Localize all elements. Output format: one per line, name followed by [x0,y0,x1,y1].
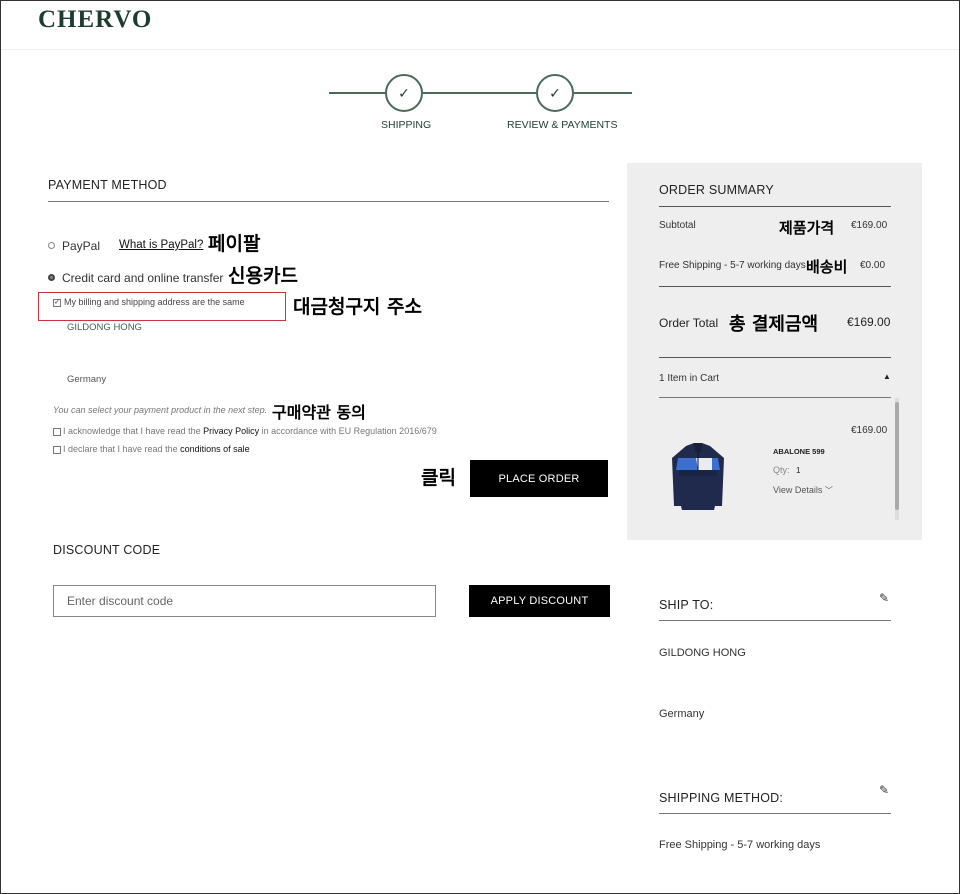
privacy-post-text: in accordance with EU Regulation 2016/67… [259,426,437,436]
subtotal-value: €169.00 [851,220,888,231]
item-qty-label: Qty: [773,465,790,475]
conditions-statement[interactable]: I declare that I have read the condition… [63,444,250,454]
shipping-cost-value: €0.00 [860,260,886,271]
conditions-pre-text: I declare that I have read the [63,444,181,454]
summary-divider-cart [659,397,891,398]
summary-divider-mid [659,286,891,287]
privacy-statement[interactable]: I acknowledge that I have read the Priva… [63,426,437,436]
credit-card-annotation: 신용카드 [228,265,298,287]
summary-divider-top [659,206,891,207]
chervo-logo[interactable]: CHERVO [38,6,152,34]
discount-code-input[interactable]: Enter discount code [53,585,436,617]
shipping-method-divider [659,813,891,814]
chevron-down-icon: ﹀ [824,486,833,495]
billing-address-country: Germany [67,374,107,385]
subtotal-label: Subtotal [659,220,696,231]
step-review-check-icon: ✓ [536,74,574,112]
step-review-label: REVIEW & PAYMENTS [507,119,618,131]
what-is-paypal-link[interactable]: What is PayPal? [119,239,203,251]
ship-to-title: SHIP TO: [659,598,714,612]
credit-card-label[interactable]: Credit card and online transfer [62,271,223,285]
view-details-label: View Details [773,485,823,495]
paypal-annotation: 페이팔 [208,233,261,255]
payment-divider [48,201,609,202]
item-price: €169.00 [851,425,888,436]
shipping-method-value: Free Shipping - 5-7 working days [659,839,821,851]
step-shipping-label[interactable]: SHIPPING [381,119,431,131]
billing-same-checkbox[interactable]: ✓ [53,299,61,307]
caret-up-icon[interactable]: ▲ [883,372,891,381]
header-divider [1,49,959,50]
privacy-policy-link[interactable]: Privacy Policy [203,426,259,436]
cart-scroll-thumb[interactable] [895,402,899,510]
discount-code-title: DISCOUNT CODE [53,543,161,557]
order-summary-title: ORDER SUMMARY [659,183,774,197]
billing-address-name: GILDONG HONG [67,322,142,333]
summary-divider-total [659,357,891,358]
item-qty: Qty: 1 [773,465,800,475]
apply-discount-button[interactable]: APPLY DISCOUNT [469,585,610,617]
conditions-checkbox[interactable] [53,446,61,454]
place-order-button[interactable]: PLACE ORDER [470,460,608,497]
paypal-radio[interactable] [48,242,55,249]
product-image-jacket[interactable] [668,440,728,516]
shipping-cost-label: Free Shipping - 5-7 working days [659,260,806,271]
paypal-label[interactable]: PayPal [62,239,100,253]
billing-annotation: 대금청구지 주소 [293,296,422,318]
view-details-toggle[interactable]: View Details ﹀ [773,485,833,496]
order-total-annotation: 총 결제금액 [729,314,819,335]
click-annotation: 클릭 [421,467,456,489]
ship-to-divider [659,620,891,621]
progress-track [329,92,632,94]
terms-annotation: 구매약관 동의 [272,403,366,422]
credit-card-radio[interactable] [48,274,55,281]
privacy-checkbox[interactable] [53,428,61,436]
payment-method-title: PAYMENT METHOD [48,178,167,192]
shipping-annotation: 배송비 [806,256,848,277]
item-qty-value: 1 [796,466,801,475]
discount-placeholder: Enter discount code [67,594,174,608]
ship-to-country: Germany [659,708,705,720]
next-step-note: You can select your payment product in t… [53,405,268,415]
shipping-method-title: SHIPPING METHOD: [659,791,784,805]
conditions-of-sale-link[interactable]: conditions of sale [180,444,250,454]
item-name: ABALONE 599 [773,447,825,456]
subtotal-annotation: 제품가격 [779,219,835,237]
billing-same-label[interactable]: My billing and shipping address are the … [64,297,245,307]
step-shipping-check-icon[interactable]: ✓ [385,74,423,112]
edit-shipping-method-pencil-icon[interactable]: ✎ [879,783,889,797]
privacy-pre-text: I acknowledge that I have read the [63,426,204,436]
ship-to-name: GILDONG HONG [659,647,746,659]
edit-ship-to-pencil-icon[interactable]: ✎ [879,591,889,605]
order-total-label: Order Total [659,316,719,330]
order-total-value: €169.00 [847,315,891,329]
cart-count-toggle[interactable]: 1 Item in Cart [659,373,719,384]
